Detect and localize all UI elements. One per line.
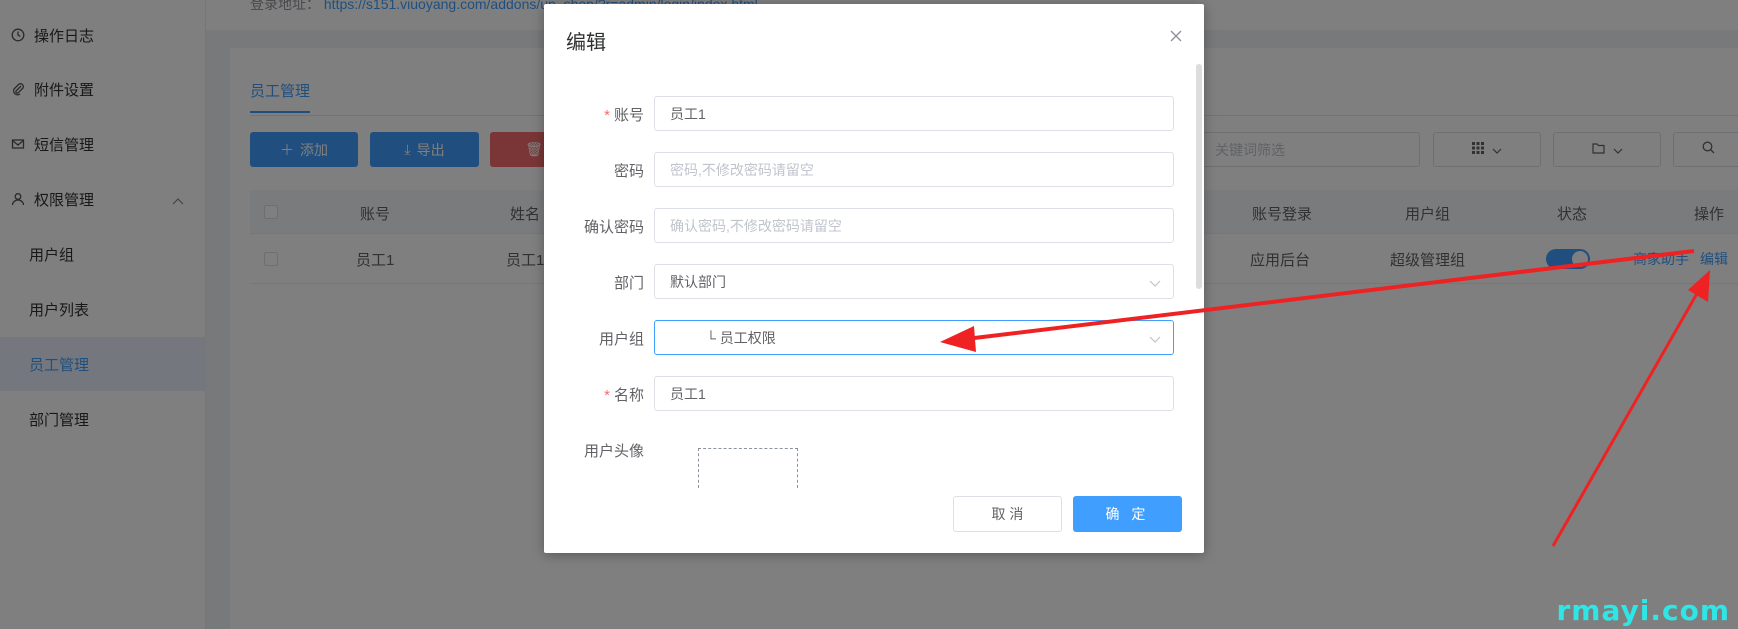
password-input[interactable]: 密码,不修改密码请留空	[654, 152, 1174, 187]
department-select[interactable]: 默认部门	[654, 264, 1174, 299]
password-label: 密码	[613, 163, 644, 180]
user-group-select-value: └ 员工权限	[706, 329, 776, 346]
user-group-label: 用户组	[598, 331, 644, 348]
required-mark: *	[604, 107, 610, 124]
user-group-select[interactable]: └ 员工权限	[654, 320, 1174, 355]
account-label-text: 账号	[613, 107, 644, 124]
name-label-text: 名称	[613, 387, 644, 404]
account-label: * 账号	[544, 104, 644, 125]
chevron-down-icon	[1149, 331, 1161, 347]
chevron-down-icon	[1149, 275, 1161, 291]
department-select-value: 默认部门	[670, 273, 726, 290]
department-label: 部门	[613, 275, 644, 292]
account-input[interactable]: 员工1	[654, 96, 1174, 131]
edit-dialog: 编辑 * 账号 员工1 密码 密码,不修改密码请留空 确认密码 确认密码,不修改密…	[544, 4, 1204, 553]
name-label: * 名称	[544, 384, 644, 405]
watermark: rmayi.com	[1556, 594, 1730, 627]
avatar-label: 用户头像	[583, 443, 644, 460]
dialog-title: 编辑	[566, 32, 606, 54]
close-icon[interactable]	[1168, 28, 1184, 44]
required-mark: *	[604, 387, 610, 404]
avatar-uploader[interactable]	[698, 448, 798, 488]
cancel-button[interactable]: 取 消	[953, 496, 1062, 532]
confirm-password-input[interactable]: 确认密码,不修改密码请留空	[654, 208, 1174, 243]
dialog-scrollbar[interactable]	[1196, 64, 1202, 289]
confirm-password-label: 确认密码	[583, 219, 644, 236]
name-input[interactable]: 员工1	[654, 376, 1174, 411]
confirm-button[interactable]: 确 定	[1073, 496, 1182, 532]
